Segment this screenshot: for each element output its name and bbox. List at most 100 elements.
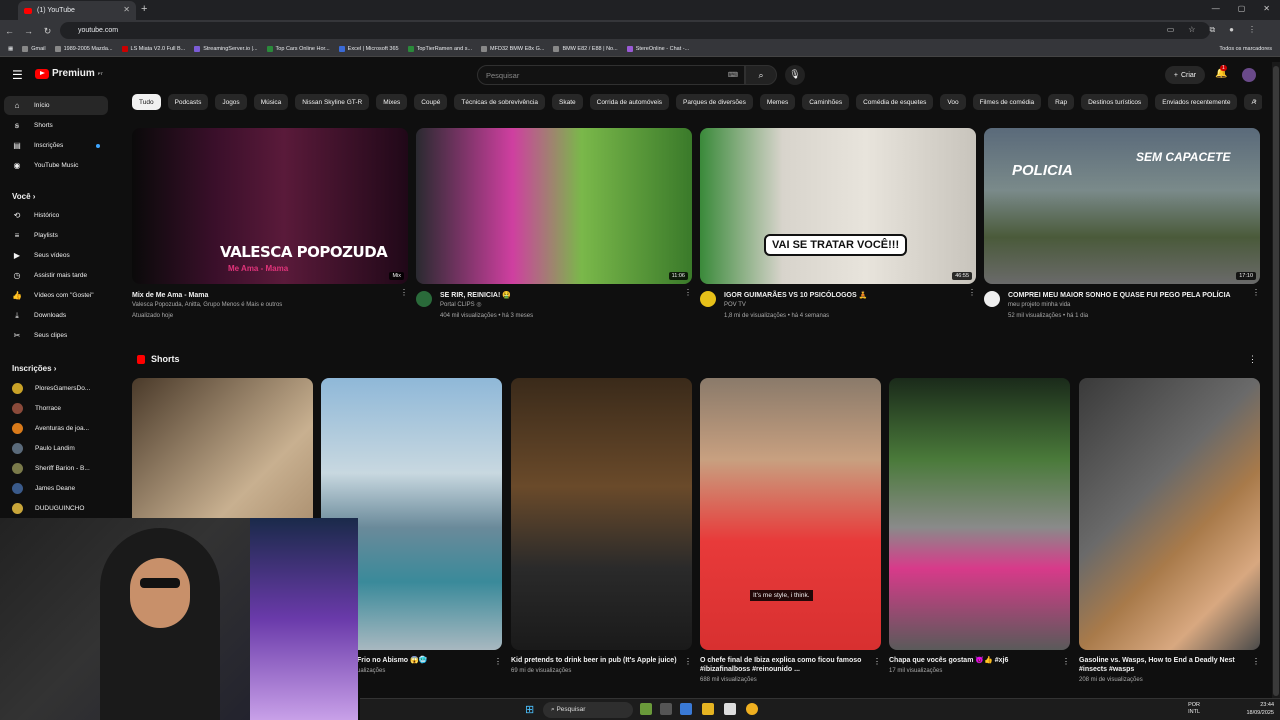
all-bookmarks[interactable]: Todos os marcadores [1219,46,1272,52]
video-card[interactable]: POLICIA SEM CAPACETE 17:10 COMPREI MEU M… [984,128,1260,322]
app-icon[interactable] [640,703,652,715]
video-title[interactable]: IGOR GUIMARÃES VS 10 PSICÓLOGOS 🧘 [724,291,976,300]
more-options-icon[interactable]: ⋮ [494,657,502,666]
video-thumbnail[interactable]: 11:06 [416,128,692,284]
chip[interactable]: Parques de diversões [676,94,753,110]
voice-search-button[interactable]: 🎙 [785,65,805,85]
close-window-button[interactable]: ✕ [1263,4,1270,13]
video-title[interactable]: COMPREI MEU MAIOR SONHO E QUASE FUI PEGO… [1008,291,1260,300]
close-tab-icon[interactable]: ✕ [123,5,130,14]
sidebar-item-watch-later[interactable]: ◷ Assistir mais tarde [4,266,108,285]
sidebar-item-history[interactable]: ⟲ Histórico [4,206,108,225]
short-card[interactable]: Chapa que vocês gostam 😈👍 #xj6 17 mil vi… [889,378,1070,677]
more-options-icon[interactable]: ⋮ [1252,657,1260,666]
sidebar-sub-item[interactable]: Sheriff Barion - B... [4,459,108,478]
clock[interactable]: 23:44 18/09/2025 [1246,701,1274,717]
bookmark-item[interactable]: MFD32 BMW E8x G... [481,46,544,52]
chip[interactable]: Destinos turísticos [1081,94,1149,110]
chip[interactable]: Corrida de automóveis [589,94,670,110]
chip[interactable]: Tudo [132,94,161,110]
short-thumbnail[interactable] [1079,378,1260,650]
chip[interactable]: Skate [552,94,583,110]
language-indicator[interactable]: POR INTL [1188,702,1200,716]
youtube-logo[interactable]: Premium PT [35,68,103,79]
bookmark-item[interactable]: Excel | Microsoft 365 [338,46,399,52]
chip[interactable]: Música [253,94,289,110]
video-channel[interactable]: Portal CLIPS ◎ [440,300,692,311]
chip[interactable]: Técnicas de sobrevivência [454,94,545,110]
search-button[interactable]: ⌕ [745,65,777,85]
notifications-button[interactable]: 🔔 1 [1215,65,1227,79]
avatar[interactable] [416,291,432,307]
sidebar-sub-item[interactable]: PloresGamersDo... [4,379,108,398]
chip[interactable]: Rap [1048,94,1075,110]
scrollbar-thumb[interactable] [1273,66,1279,696]
sidebar-item-shorts[interactable]: ꞩ Shorts [4,116,108,135]
chrome-icon[interactable] [746,703,758,715]
sidebar-item-your-videos[interactable]: ▶ Seus vídeos [4,246,108,265]
avatar[interactable] [700,291,716,307]
sidebar-item-downloads[interactable]: ⤓ Downloads [4,306,108,325]
chevron-right-icon[interactable]: › [1254,96,1257,105]
bookmark-item[interactable]: Top Cars Online Hor... [266,46,330,52]
browser-tab[interactable]: (1) YouTube ✕ [18,1,136,20]
you-heading[interactable]: Você › [12,192,35,201]
taskbar-search[interactable]: ⌕ Pesquisar [543,702,633,718]
more-options-icon[interactable]: ⋮ [1248,354,1257,365]
avatar[interactable] [1242,68,1256,82]
short-title[interactable]: O chefe final de Ibiza explica como fico… [700,656,881,674]
app-icon[interactable] [660,703,672,715]
chip[interactable]: Filmes de comédia [972,94,1042,110]
chip[interactable]: Podcasts [167,94,209,110]
chip[interactable]: Comédia de esquetes [856,94,934,110]
bookmark-item[interactable]: StereOnline - Chat -... [626,46,689,52]
profile-icon[interactable]: ● [1229,25,1234,35]
create-button[interactable]: + Criar [1165,66,1205,84]
short-title[interactable]: Chapa que vocês gostam 😈👍 #xj6 [889,656,1070,665]
short-title[interactable]: Frio no Abismo 😱🥶 [357,656,502,665]
video-card[interactable]: VAI SE TRATAR VOCÊ!!! 46:55 IGOR GUIMARÃ… [700,128,976,322]
short-card[interactable]: It's me style, i think. O chefe final de… [700,378,881,686]
app-icon[interactable] [724,703,736,715]
video-card[interactable]: 11:06 SE RIR, REINICIA! 🤮 Portal CLIPS ◎… [416,128,692,322]
video-channel[interactable]: Valesca Popozuda, Anitta, Grupo Menos é … [132,300,408,311]
url-field[interactable]: youtube.com [60,22,1210,39]
more-options-icon[interactable]: ⋮ [1252,288,1260,297]
search-input[interactable]: Pesquisar ⌨ [477,65,745,85]
chip[interactable]: Nissan Skyline GT-R [295,94,370,110]
video-channel[interactable]: meu projeto minha vida [1008,300,1260,311]
sidebar-sub-item[interactable]: Aventuras de joa... [4,419,108,438]
bookmark-item[interactable]: Gmail [22,46,46,52]
avatar[interactable] [984,291,1000,307]
subscriptions-heading[interactable]: Inscrições › [12,364,56,373]
short-card[interactable]: Kid pretends to drink beer in pub (It's … [511,378,692,677]
new-tab-button[interactable]: + [141,3,147,15]
chip[interactable]: Coupé [414,94,448,110]
sidebar-item-subscriptions[interactable]: ▤ Inscrições [4,136,108,155]
sidebar-sub-item[interactable]: Paulo Landim [4,439,108,458]
bookmark-item[interactable]: LS Miata V2.0 Full B... [121,46,185,52]
forward-button[interactable]: → [19,26,38,36]
hamburger-menu-icon[interactable]: ☰ [12,68,23,82]
folder-icon[interactable] [702,703,714,715]
sidebar-item-liked-videos[interactable]: 👍 Vídeos com "Gostei" [4,286,108,305]
more-options-icon[interactable]: ⋮ [1062,657,1070,666]
sidebar-item-playlists[interactable]: ≡ Playlists [4,226,108,245]
more-options-icon[interactable]: ⋮ [684,657,692,666]
video-channel[interactable]: POV TV [724,300,976,311]
sidebar-sub-item[interactable]: DUDUGUINCHO [4,499,108,518]
short-title[interactable]: Gasoline vs. Wasps, How to End a Deadly … [1079,656,1260,674]
chip[interactable]: Caminhões [802,94,850,110]
video-title[interactable]: Mix de Me Ama - Mama [132,291,408,300]
keyboard-icon[interactable]: ⌨ [728,71,738,79]
sidebar-sub-item[interactable]: James Deane [4,479,108,498]
video-thumbnail[interactable]: POLICIA SEM CAPACETE 17:10 [984,128,1260,284]
video-thumbnail[interactable]: VAI SE TRATAR VOCÊ!!! 46:55 [700,128,976,284]
chip[interactable]: Mixes [376,94,408,110]
more-options-icon[interactable]: ⋮ [873,657,881,666]
menu-icon[interactable]: ⋮ [1248,25,1256,35]
video-thumbnail[interactable]: VALESCA POPOZUDA Me Ama - Mama Mix [132,128,408,284]
bookmark-item[interactable]: StreamingServer.io |... [194,46,258,52]
short-thumbnail[interactable]: It's me style, i think. [700,378,881,650]
bookmark-item[interactable]: BMW E82 / E88 | No... [553,46,618,52]
